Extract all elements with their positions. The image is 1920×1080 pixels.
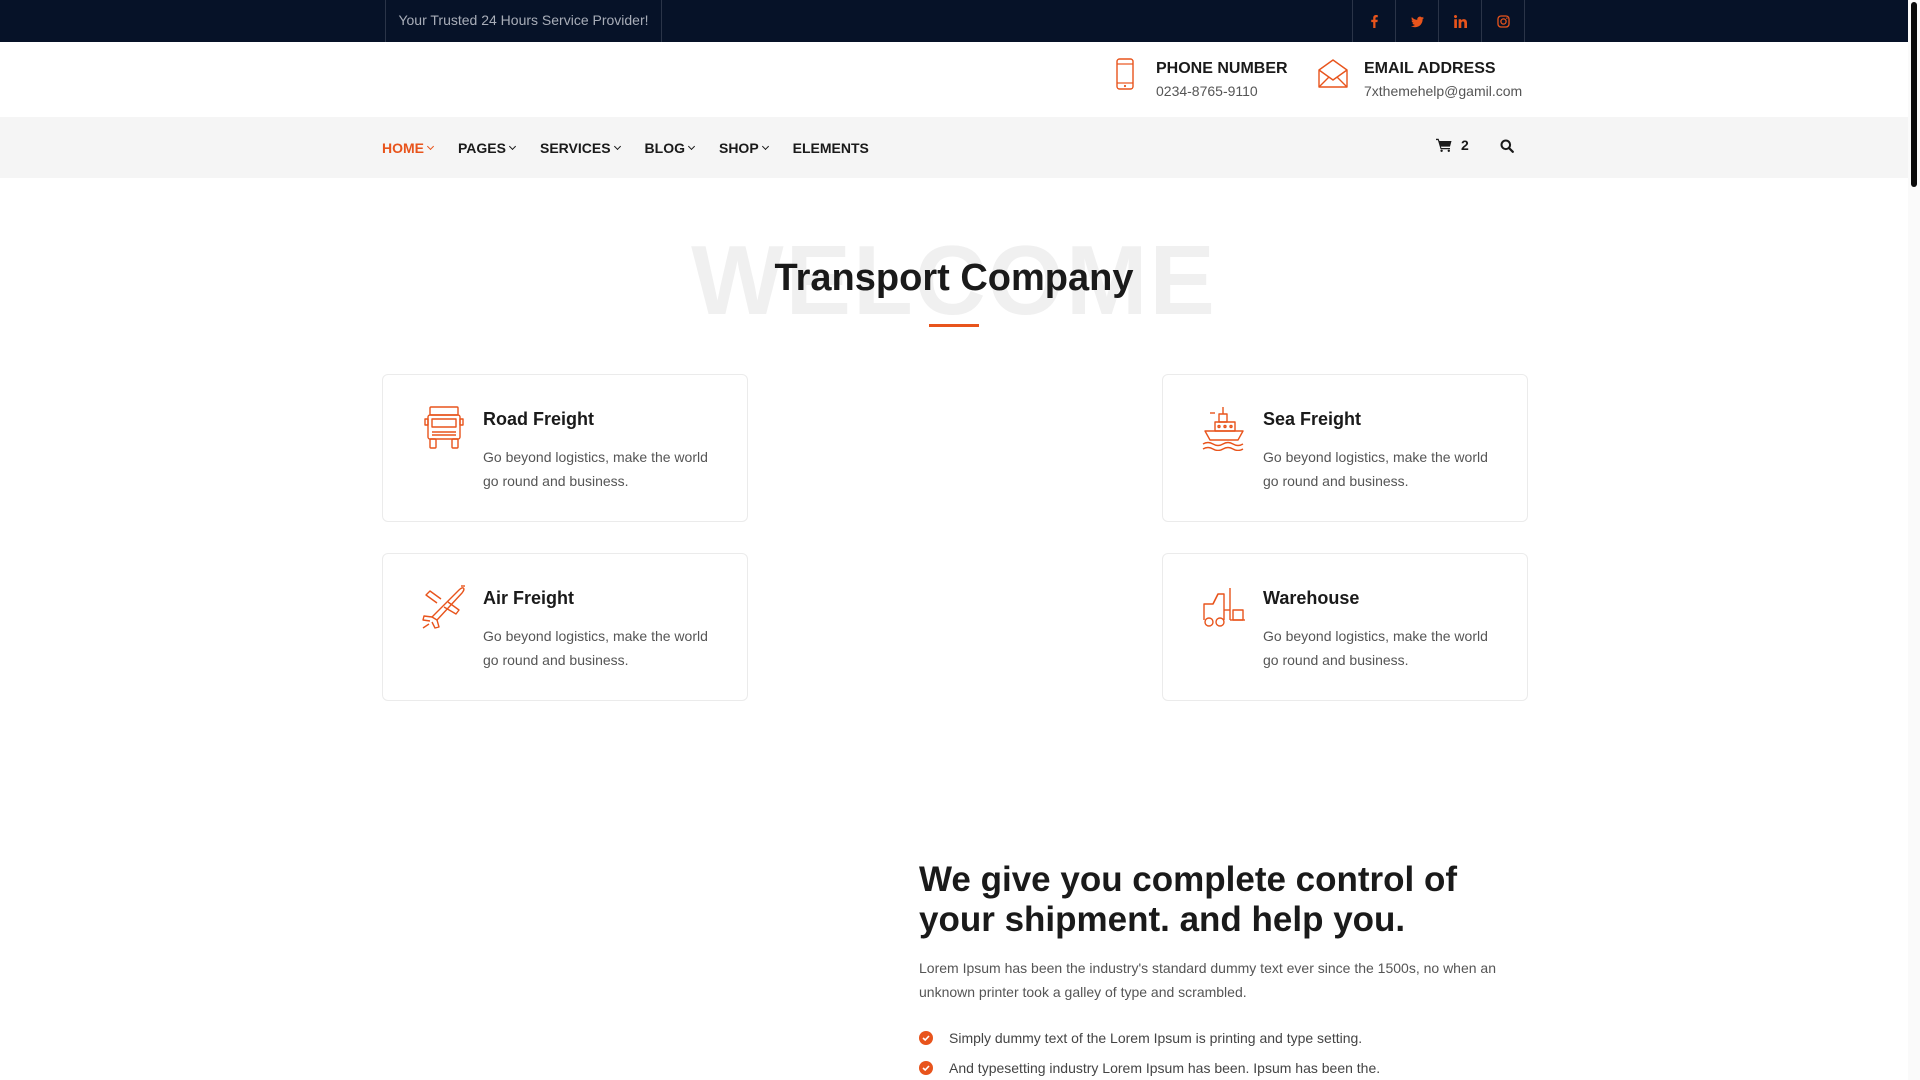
email-label: EMAIL ADDRESS <box>1364 60 1496 77</box>
main-navbar: HOME PAGES SERVICES BLOG SHOP ELEMENTS 2 <box>0 117 1908 178</box>
service-title: Air Freight <box>483 588 575 608</box>
forklift-icon <box>1203 588 1245 627</box>
chevron-down-icon <box>613 142 621 150</box>
service-card-sea-freight[interactable]: Sea Freight Go beyond logistics, make th… <box>1162 374 1528 522</box>
check-circle-icon <box>919 1031 933 1045</box>
cart-icon <box>1436 138 1452 152</box>
nav-services[interactable]: SERVICES <box>539 139 621 156</box>
nav-services-label: SERVICES <box>539 139 611 156</box>
nav-blog[interactable]: BLOG <box>644 139 696 156</box>
chevron-down-icon <box>426 142 435 150</box>
list-item: Simply dummy text of the Lorem Ipsum is … <box>919 1023 1380 1053</box>
nav-shop[interactable]: SHOP <box>718 139 769 156</box>
service-title: Road Freight <box>483 409 594 429</box>
service-card-air-freight[interactable]: Air Freight Go beyond logistics, make th… <box>382 553 748 701</box>
nav-shop-label: SHOP <box>718 139 759 156</box>
phone-icon <box>1116 58 1134 90</box>
top-bar: Your Trusted 24 Hours Service Provider! <box>0 0 1908 42</box>
cart-button[interactable]: 2 <box>1436 137 1469 153</box>
airplane-icon <box>422 585 465 629</box>
social-links <box>1352 0 1525 42</box>
about-title: We give you complete control of your shi… <box>919 860 1458 939</box>
linkedin-icon <box>1453 14 1467 28</box>
list-item-text: Simply dummy text of the Lorem Ipsum is … <box>949 1030 1363 1046</box>
nav-blog-label: BLOG <box>644 139 685 156</box>
section-title: Transport Company <box>774 257 1134 299</box>
phone-label: PHONE NUMBER <box>1156 60 1288 77</box>
ship-icon <box>1202 407 1244 451</box>
main-nav: HOME PAGES SERVICES BLOG SHOP ELEMENTS <box>382 117 894 178</box>
phone-contact: PHONE NUMBER 0234-8765-9110 <box>1108 55 1288 101</box>
about-text: Lorem Ipsum has been the industry's stan… <box>919 960 1496 1000</box>
scrollbar-thumb[interactable] <box>1911 2 1917 187</box>
email-contact: EMAIL ADDRESS 7xthemehelp@gamil.com <box>1316 55 1522 101</box>
phone-value[interactable]: 0234-8765-9110 <box>1156 81 1288 101</box>
service-card-road-freight[interactable]: Road Freight Go beyond logistics, make t… <box>382 374 748 522</box>
nav-elements[interactable]: ELEMENTS <box>793 140 869 156</box>
check-circle-icon <box>919 1061 933 1075</box>
service-description: Go beyond logistics, make the world go r… <box>1263 628 1488 668</box>
tagline: Your Trusted 24 Hours Service Provider! <box>385 0 662 42</box>
chevron-down-icon <box>508 142 517 150</box>
list-item-text: And typesetting industry Lorem Ipsum has… <box>949 1060 1381 1076</box>
service-description: Go beyond logistics, make the world go r… <box>483 449 708 489</box>
chevron-down-icon <box>687 142 696 150</box>
service-card-warehouse[interactable]: Warehouse Go beyond logistics, make the … <box>1162 553 1528 701</box>
feature-list: Simply dummy text of the Lorem Ipsum is … <box>919 1023 1380 1080</box>
service-title: Sea Freight <box>1263 409 1362 429</box>
page-scrollbar[interactable] <box>1908 0 1920 1080</box>
service-description: Go beyond logistics, make the world go r… <box>1263 449 1488 489</box>
email-value[interactable]: 7xthemehelp@gamil.com <box>1364 81 1522 101</box>
cart-count: 2 <box>1461 137 1469 153</box>
search-button[interactable] <box>1497 136 1517 156</box>
title-underline <box>929 324 979 327</box>
twitter-icon <box>1410 16 1424 27</box>
twitter-link[interactable] <box>1396 0 1439 42</box>
list-item: And typesetting industry Lorem Ipsum has… <box>919 1053 1380 1080</box>
chevron-down-icon <box>761 142 769 150</box>
nav-pages[interactable]: PAGES <box>458 139 517 156</box>
instagram-link[interactable] <box>1482 0 1525 42</box>
instagram-icon <box>1496 14 1510 28</box>
envelope-icon <box>1318 59 1348 88</box>
nav-elements-label: ELEMENTS <box>792 139 869 156</box>
service-title: Warehouse <box>1263 588 1360 608</box>
page: Your Trusted 24 Hours Service Provider! <box>0 0 1908 1080</box>
linkedin-link[interactable] <box>1439 0 1482 42</box>
nav-home-label: HOME <box>382 139 424 156</box>
facebook-link[interactable] <box>1353 0 1396 42</box>
facebook-icon <box>1370 14 1378 28</box>
truck-icon <box>424 406 464 449</box>
nav-home[interactable]: HOME <box>382 139 435 156</box>
service-description: Go beyond logistics, make the world go r… <box>483 628 708 668</box>
search-icon <box>1500 139 1514 153</box>
nav-pages-label: PAGES <box>458 139 506 156</box>
